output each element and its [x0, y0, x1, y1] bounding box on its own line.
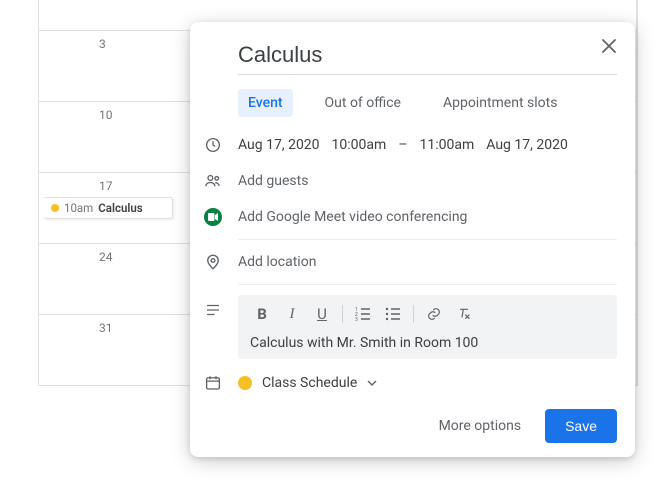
description-text[interactable]: Calculus with Mr. Smith in Room 100: [238, 333, 617, 353]
add-location-button[interactable]: Add location: [238, 254, 617, 270]
bulleted-list-button[interactable]: [379, 301, 407, 327]
start-time[interactable]: 10:00am: [332, 137, 387, 153]
close-button[interactable]: [593, 30, 625, 62]
link-button[interactable]: [420, 301, 448, 327]
event-editor-modal: Event Out of office Appointment slots Au…: [190, 22, 635, 457]
event-chip-time: 10am: [64, 201, 93, 215]
end-date[interactable]: Aug 17, 2020: [486, 137, 568, 153]
tab-event[interactable]: Event: [238, 89, 293, 117]
divider: [238, 284, 617, 285]
event-title-input[interactable]: [238, 38, 617, 75]
description-editor: B I U 123: [238, 295, 617, 359]
divider: [238, 239, 617, 240]
google-meet-icon: [204, 208, 222, 226]
add-video-conferencing-button[interactable]: Add Google Meet video conferencing: [238, 209, 617, 225]
save-button[interactable]: Save: [545, 409, 617, 443]
calendar-date: 24: [99, 250, 113, 264]
calendar-date: 17: [99, 179, 113, 193]
calendar-date: 10: [99, 108, 113, 122]
description-icon: [204, 301, 222, 319]
numbered-list-icon: 123: [355, 307, 371, 321]
calendar-date: 31: [99, 321, 113, 335]
calendar-selector[interactable]: Class Schedule: [238, 375, 617, 391]
format-toolbar: B I U 123: [238, 295, 617, 333]
calendar-date: 3: [99, 37, 106, 51]
tab-appointment-slots[interactable]: Appointment slots: [433, 89, 567, 117]
event-chip[interactable]: 10am Calculus: [43, 197, 173, 219]
calendar-icon: [204, 374, 222, 392]
chevron-down-icon: [367, 378, 377, 388]
italic-button[interactable]: I: [278, 301, 306, 327]
underline-button[interactable]: U: [308, 301, 336, 327]
end-time[interactable]: 11:00am: [420, 137, 475, 153]
close-icon: [601, 38, 617, 54]
start-date[interactable]: Aug 17, 2020: [238, 137, 320, 153]
calendar-color-dot: [238, 376, 252, 390]
clock-icon: [204, 136, 222, 154]
clear-formatting-button[interactable]: [450, 301, 478, 327]
bold-button[interactable]: B: [248, 301, 276, 327]
event-type-tabs: Event Out of office Appointment slots: [238, 81, 617, 121]
toolbar-divider: [342, 305, 343, 323]
event-chip-title: Calculus: [98, 201, 142, 215]
clear-format-icon: [456, 306, 472, 322]
people-icon: [204, 172, 222, 190]
add-guests-button[interactable]: Add guests: [238, 173, 617, 189]
tab-out-of-office[interactable]: Out of office: [315, 89, 411, 117]
more-options-button[interactable]: More options: [429, 410, 532, 442]
bulleted-list-icon: [385, 307, 401, 321]
modal-footer: More options Save: [190, 401, 635, 443]
event-datetime: Aug 17, 2020 10:00am – 11:00am Aug 17, 2…: [238, 137, 617, 153]
link-icon: [426, 306, 442, 322]
toolbar-divider: [413, 305, 414, 323]
event-color-dot: [51, 204, 59, 212]
location-icon: [204, 253, 222, 271]
numbered-list-button[interactable]: 123: [349, 301, 377, 327]
time-dash: –: [398, 137, 407, 153]
svg-text:3: 3: [355, 317, 358, 321]
calendar-name: Class Schedule: [262, 375, 357, 391]
